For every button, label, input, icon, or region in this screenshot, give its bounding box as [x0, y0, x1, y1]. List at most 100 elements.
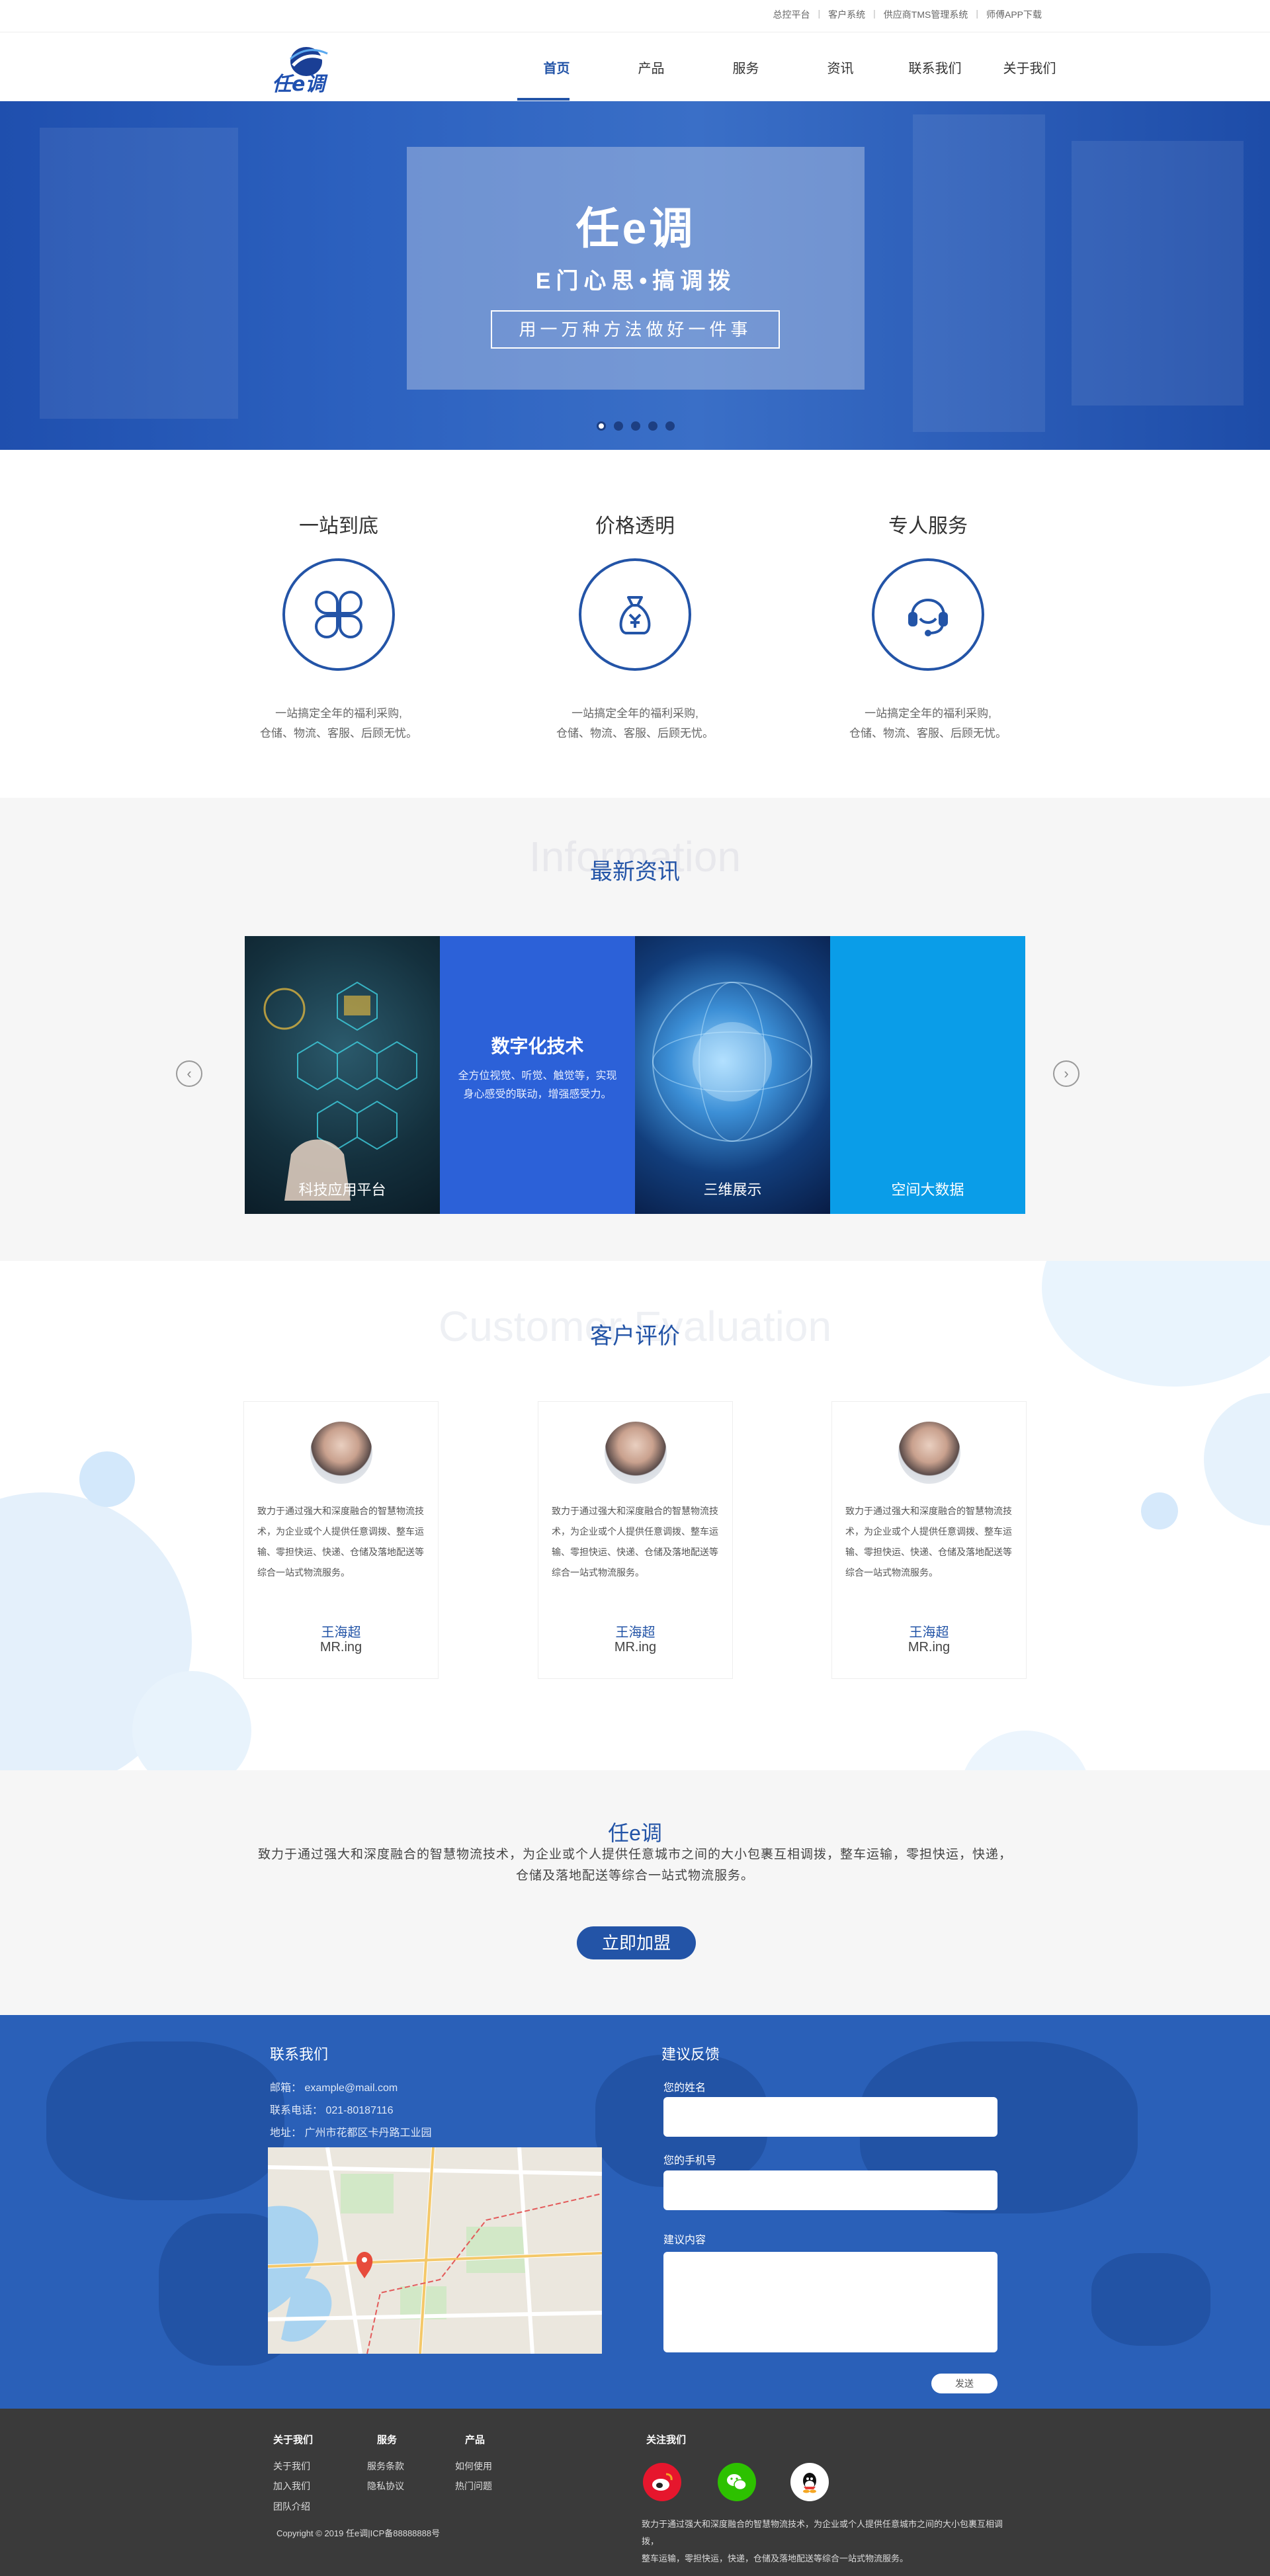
section-title: 最新资讯 — [590, 859, 680, 884]
feature-one-stop: 一站到底 一站搞定全年的福利采购, 仓储、物流、客服、后顾无忧。 — [239, 509, 438, 744]
top-links: 总控平台 | 客户系统 | 供应商TMS管理系统 | 师傅APP下载 — [765, 8, 1050, 21]
banner-text-panel: 任e调 E门心思•搞调拨 用一万种方法做好一件事 — [407, 147, 865, 390]
avatar — [605, 1422, 667, 1484]
footer-description: 致力于通过强大和深度融合的智慧物流技术，为企业或个人提供任意城市之间的大小包裹互… — [642, 2519, 1003, 2563]
feature-personal-service: 专人服务 一站搞定全年的福利采购, 仓储、物流、客服、后顾无忧。 — [829, 509, 1027, 744]
carousel-dot[interactable] — [631, 421, 640, 431]
review-card: 致力于通过强大和深度融合的智慧物流技术，为企业或个人提供任意调拨、整车运输、零担… — [538, 1401, 733, 1679]
feature-title: 价格透明 — [595, 515, 675, 537]
globe-network-illustration — [652, 982, 812, 1142]
join-section: 任e调 致力于通过强大和深度融合的智慧物流技术，为企业或个人提供任意城市之间的大… — [0, 1770, 1270, 2015]
banner-shelf-decoration — [40, 128, 238, 419]
name-input[interactable] — [663, 2097, 997, 2137]
footer-col-title: 产品 — [465, 2434, 486, 2446]
join-now-button[interactable]: 立即加盟 — [577, 1926, 696, 1959]
top-link-supplier-tms[interactable]: 供应商TMS管理系统 — [876, 8, 976, 21]
reviewer-name: 王海超 — [615, 1625, 656, 1640]
wechat-icon[interactable] — [718, 2463, 756, 2501]
carousel-dot[interactable] — [614, 421, 623, 431]
feature-price-transparent: 价格透明 一站搞定全年的福利采购, 仓储、物流、客服、后顾无忧。 — [536, 509, 734, 744]
contact-email: 邮箱： example@mail.com — [270, 2082, 398, 2094]
nav-item-products[interactable]: 产品 — [604, 32, 698, 102]
contact-section: 联系我们 邮箱： example@mail.com 联系电话： 021-8018… — [0, 2015, 1270, 2409]
news-slide[interactable]: 空间大数据 — [830, 936, 1025, 1214]
top-bar: 总控平台 | 客户系统 | 供应商TMS管理系统 | 师傅APP下载 — [0, 0, 1270, 32]
send-button[interactable]: 发送 — [931, 2374, 997, 2393]
footer-link[interactable]: 如何使用 — [455, 2460, 492, 2473]
decor-bubble — [1204, 1393, 1270, 1525]
review-text: 致力于通过强大和深度融合的智慧物流技术，为企业或个人提供任意调拨、整车运输、零担… — [552, 1506, 718, 1578]
tech-hexagon-illustration — [263, 981, 417, 1201]
qq-icon[interactable] — [790, 2463, 829, 2501]
prev-arrow-icon[interactable]: ‹ — [176, 1060, 202, 1087]
carousel-dot[interactable] — [597, 421, 606, 431]
banner-subtitle: E门心思•搞调拨 — [535, 269, 736, 294]
slide-caption: 空间大数据 — [891, 1181, 964, 1198]
review-card: 致力于通过强大和深度融合的智慧物流技术，为企业或个人提供任意调拨、整车运输、零担… — [243, 1401, 439, 1679]
feedback-title: 建议反馈 — [661, 2046, 720, 2063]
feature-desc: 一站搞定全年的福利采购, 仓储、物流、客服、后顾无忧。 — [849, 707, 1007, 740]
footer-link[interactable]: 热门问题 — [455, 2479, 492, 2493]
footer-link[interactable]: 服务条款 — [367, 2460, 404, 2473]
carousel-dot[interactable] — [665, 421, 675, 431]
footer-link[interactable]: 隐私协议 — [367, 2479, 404, 2493]
next-arrow-icon[interactable]: › — [1053, 1060, 1080, 1087]
feature-desc: 一站搞定全年的福利采购, 仓储、物流、客服、后顾无忧。 — [260, 707, 417, 740]
weibo-icon[interactable] — [643, 2463, 681, 2501]
news-slide[interactable]: 数字化技术 全方位视觉、听觉、触觉等，实现身心感受的联动，增强感受力。 — [440, 936, 635, 1214]
feature-title: 一站到底 — [299, 515, 378, 537]
logo-mark-icon: 任e调 — [272, 47, 328, 96]
review-text: 致力于通过强大和深度融合的智慧物流技术，为企业或个人提供任意调拨、整车运输、零担… — [845, 1506, 1012, 1578]
footer-col-title: 服务 — [377, 2434, 398, 2446]
world-map-decoration — [46, 2041, 284, 2200]
decor-bubble — [959, 1731, 1091, 1770]
decor-bubble — [79, 1451, 135, 1507]
features-section: 一站到底 一站搞定全年的福利采购, 仓储、物流、客服、后顾无忧。 价格透明 一站… — [0, 450, 1270, 798]
avatar — [310, 1422, 372, 1484]
content-label: 建议内容 — [663, 2235, 706, 2246]
nav-item-services[interactable]: 服务 — [698, 32, 793, 102]
carousel-dots — [597, 421, 675, 431]
footer-link[interactable]: 关于我们 — [273, 2460, 310, 2473]
feature-desc: 一站搞定全年的福利采购, 仓储、物流、客服、后顾无忧。 — [556, 707, 714, 740]
nav-item-news[interactable]: 资讯 — [793, 32, 888, 102]
content-textarea[interactable] — [663, 2252, 997, 2352]
avatar — [898, 1422, 960, 1484]
banner-shelf-decoration — [1072, 141, 1244, 406]
hero-banner: 任e调 E门心思•搞调拨 用一万种方法做好一件事 — [0, 101, 1270, 450]
world-map-decoration — [1091, 2253, 1210, 2346]
contact-title: 联系我们 — [270, 2046, 329, 2063]
logo[interactable]: 任e调 — [268, 39, 341, 99]
news-slide[interactable]: 科技应用平台 — [245, 936, 440, 1214]
banner-title: 任e调 — [575, 204, 696, 253]
footer-link[interactable]: 团队介绍 — [273, 2500, 310, 2513]
top-link-control-platform[interactable]: 总控平台 — [765, 8, 818, 21]
news-section: Information 最新资讯 ‹ › 科技应用平台 数字化技术 全方位视觉、… — [0, 798, 1270, 1261]
news-slide[interactable]: 三维展示 — [635, 936, 830, 1214]
follow-title: 关注我们 — [646, 2434, 687, 2446]
footer-col-title: 关于我们 — [273, 2434, 314, 2446]
nav-item-contact[interactable]: 联系我们 — [888, 32, 982, 102]
decor-bubble — [1141, 1492, 1178, 1529]
top-link-app-download[interactable]: 师傅APP下载 — [978, 8, 1050, 21]
reviewer-role: MR.ing — [908, 1640, 951, 1654]
nav-item-home[interactable]: 首页 — [509, 32, 604, 102]
join-title: 任e调 — [608, 1821, 662, 1845]
review-card: 致力于通过强大和深度融合的智慧物流技术，为企业或个人提供任意调拨、整车运输、零担… — [831, 1401, 1027, 1679]
slide-caption: 科技应用平台 — [298, 1181, 386, 1198]
top-link-customer-system[interactable]: 客户系统 — [820, 8, 873, 21]
map-illustration — [268, 2147, 602, 2354]
contact-phone: 联系电话： 021-80187116 — [270, 2105, 394, 2116]
carousel-dot[interactable] — [648, 421, 657, 431]
phone-input[interactable] — [663, 2170, 997, 2210]
page: 总控平台 | 客户系统 | 供应商TMS管理系统 | 师傅APP下载 任e调 首… — [0, 0, 1270, 2576]
section-title: 客户评价 — [590, 1324, 680, 1349]
reviewer-role: MR.ing — [319, 1640, 362, 1654]
news-carousel: 科技应用平台 数字化技术 全方位视觉、听觉、触觉等，实现身心感受的联动，增强感受… — [245, 936, 1025, 1214]
headset-service-icon — [872, 558, 984, 671]
nav-item-about[interactable]: 关于我们 — [982, 32, 1077, 102]
location-map[interactable] — [268, 2147, 602, 2354]
footer-link[interactable]: 加入我们 — [273, 2479, 310, 2493]
main-nav: 首页 产品 服务 资讯 联系我们 关于我们 — [509, 32, 1077, 102]
review-text: 致力于通过强大和深度融合的智慧物流技术，为企业或个人提供任意调拨、整车运输、零担… — [257, 1506, 424, 1578]
